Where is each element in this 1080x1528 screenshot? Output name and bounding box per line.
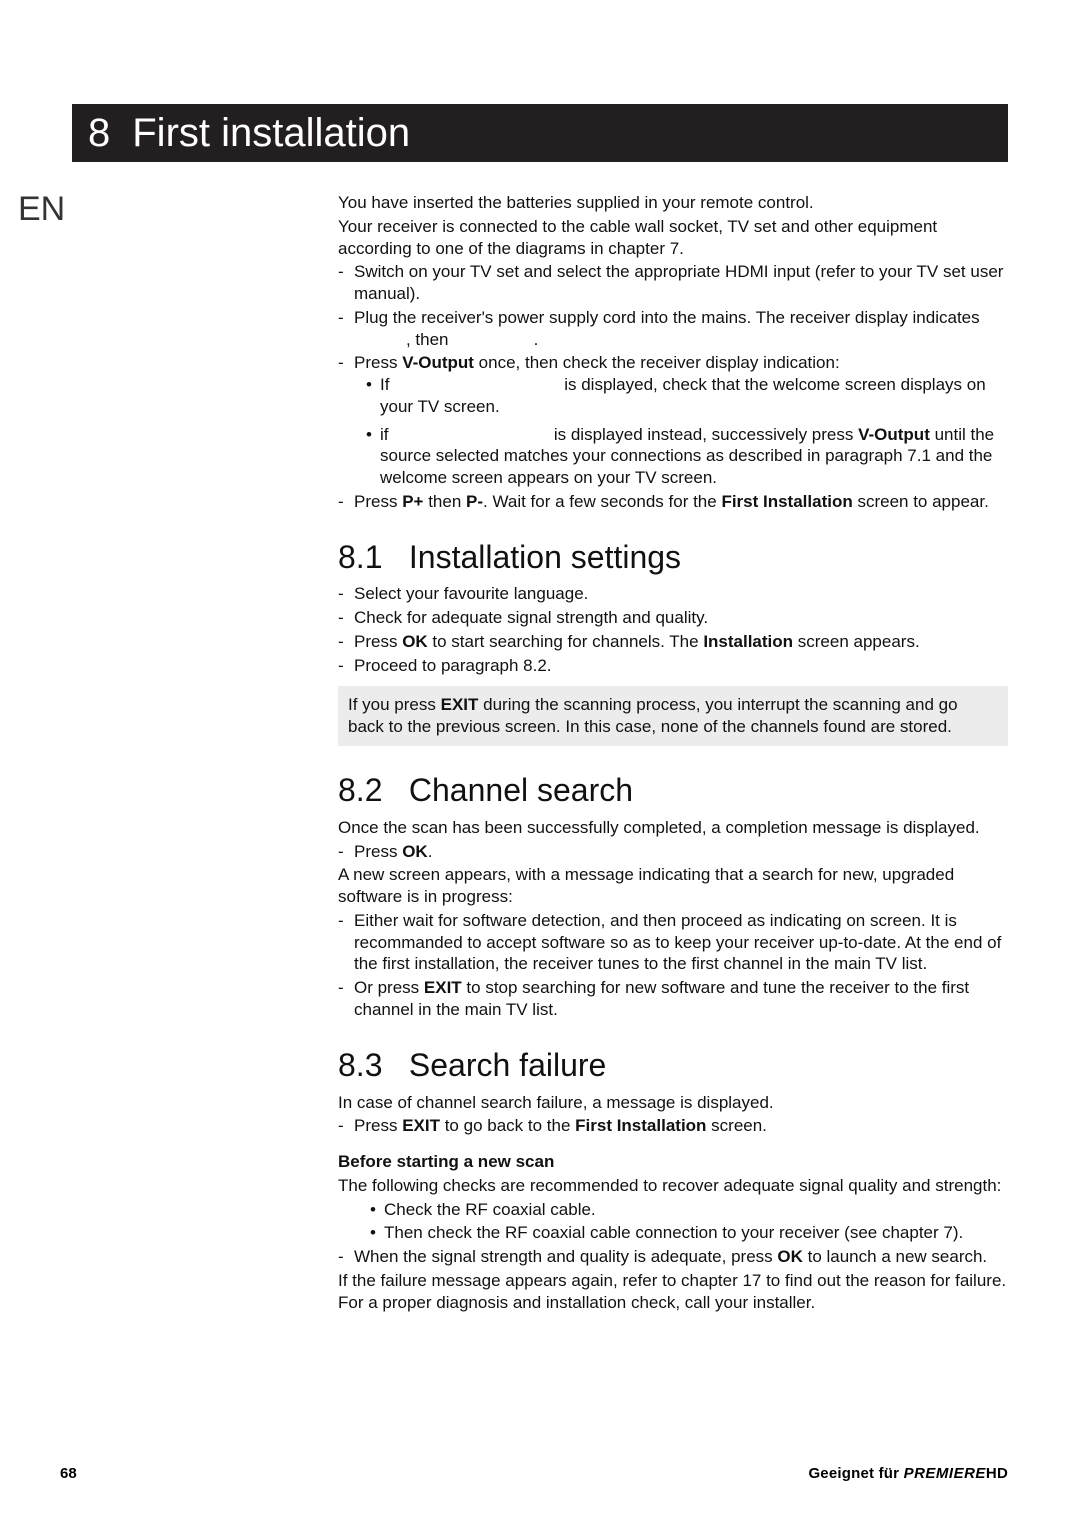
s83-list2: When the signal strength and quality is …: [338, 1246, 1008, 1268]
list-item: Press P+ then P-. Wait for a few seconds…: [338, 491, 1008, 513]
key-label: V-Output: [858, 425, 930, 444]
chapter-title: First installation: [132, 111, 410, 156]
key-label: Installation: [703, 632, 793, 651]
key-label: First Installation: [575, 1116, 706, 1135]
key-label: OK: [402, 632, 428, 651]
section-heading-8-2: 8.2 Channel search: [338, 770, 1008, 811]
key-label: EXIT: [424, 978, 462, 997]
list-item: Check for adequate signal strength and q…: [338, 607, 1008, 629]
text: Press: [354, 632, 402, 651]
list-item: Select your favourite language.: [338, 583, 1008, 605]
text: Or press: [354, 978, 424, 997]
list-item: Switch on your TV set and select the app…: [338, 261, 1008, 305]
brand-premiere: PREMIERE: [904, 1465, 986, 1482]
text: is displayed instead, successively press: [554, 425, 858, 444]
text: Press: [354, 492, 402, 511]
section-title: Channel search: [409, 772, 633, 808]
key-label: OK: [777, 1247, 803, 1266]
list-item: When the signal strength and quality is …: [338, 1246, 1008, 1268]
section-number: 8.1: [338, 537, 400, 578]
section-heading-8-1: 8.1 Installation settings: [338, 537, 1008, 578]
text: Press: [354, 353, 402, 372]
list-item: Either wait for software detection, and …: [338, 910, 1008, 975]
list-item: Check the RF coaxial cable.: [358, 1199, 1008, 1221]
list-item: Proceed to paragraph 8.2.: [338, 655, 1008, 677]
s83-p3: If the failure message appears again, re…: [338, 1270, 1008, 1314]
s82-p1: Once the scan has been successfully comp…: [338, 817, 1008, 839]
text: Press: [354, 842, 402, 861]
note-box: If you press EXIT during the scanning pr…: [338, 686, 1008, 746]
subheading: Before starting a new scan: [338, 1151, 1008, 1173]
text: once, then check the receiver display in…: [474, 353, 840, 372]
text: screen appears.: [793, 632, 920, 651]
intro-p2: Your receiver is connected to the cable …: [338, 216, 1008, 260]
text: Plug the receiver's power supply cord in…: [354, 308, 980, 327]
text: . Wait for a few seconds for the: [483, 492, 721, 511]
text: screen to appear.: [853, 492, 989, 511]
text: When the signal strength and quality is …: [354, 1247, 777, 1266]
list-item: Press V-Output once, then check the rece…: [338, 352, 1008, 489]
text: [393, 425, 549, 444]
s82-p2: A new screen appears, with a message ind…: [338, 864, 1008, 908]
key-label: First Installation: [721, 492, 852, 511]
text: to launch a new search.: [803, 1247, 987, 1266]
chapter-heading: 8 First installation: [72, 104, 1008, 162]
list-item: Or press EXIT to stop searching for new …: [338, 977, 1008, 1021]
brand-hd: HD: [986, 1465, 1008, 1482]
text: .: [428, 842, 433, 861]
list-item: Press EXIT to go back to the First Insta…: [338, 1115, 1008, 1137]
section-number: 8.2: [338, 770, 400, 811]
section-heading-8-3: 8.3 Search failure: [338, 1045, 1008, 1086]
text: screen.: [706, 1116, 766, 1135]
list-item: if is displayed instead, successively pr…: [354, 424, 1008, 489]
text: .: [534, 330, 539, 349]
text: Press: [354, 1116, 402, 1135]
language-code: EN: [18, 190, 65, 229]
list-item: Plug the receiver's power supply cord in…: [338, 307, 1008, 351]
page-content: You have inserted the batteries supplied…: [338, 192, 1008, 1315]
list-item: Then check the RF coaxial cable connecti…: [358, 1222, 1008, 1244]
text: to go back to the: [440, 1116, 575, 1135]
section-title: Installation settings: [409, 539, 681, 575]
text: if: [380, 425, 393, 444]
list-item: Press OK.: [338, 841, 1008, 863]
key-label: P+: [402, 492, 423, 511]
s82-list1: Press OK.: [338, 841, 1008, 863]
section-title: Search failure: [409, 1047, 606, 1083]
chapter-number: 8: [72, 111, 132, 156]
text: [354, 330, 401, 349]
s83-p2: The following checks are recommended to …: [338, 1175, 1008, 1197]
intro-p1: You have inserted the batteries supplied…: [338, 192, 1008, 214]
key-label: V-Output: [402, 353, 474, 372]
list-item: Press OK to start searching for channels…: [338, 631, 1008, 653]
section-number: 8.3: [338, 1045, 400, 1086]
s83-bullets: Check the RF coaxial cable. Then check t…: [338, 1199, 1008, 1245]
footer-brand: Geeignet für PREMIEREHD: [808, 1465, 1008, 1482]
s81-list: Select your favourite language. Check fo…: [338, 583, 1008, 676]
text: [394, 375, 559, 394]
text: [453, 330, 529, 349]
key-label: P-: [466, 492, 483, 511]
sub-list: If is displayed, check that the welcome …: [354, 374, 1008, 489]
text: If: [380, 375, 394, 394]
text: If you press: [348, 695, 441, 714]
key-label: EXIT: [402, 1116, 440, 1135]
text: , then: [406, 330, 449, 349]
text: then: [423, 492, 466, 511]
s83-list1: Press EXIT to go back to the First Insta…: [338, 1115, 1008, 1137]
footer-label: Geeignet für: [808, 1465, 903, 1482]
text: to start searching for channels. The: [428, 632, 704, 651]
intro-list: Switch on your TV set and select the app…: [338, 261, 1008, 512]
list-item: If is displayed, check that the welcome …: [354, 374, 1008, 418]
key-label: EXIT: [441, 695, 479, 714]
key-label: OK: [402, 842, 428, 861]
page-number: 68: [60, 1465, 77, 1482]
s83-p1: In case of channel search failure, a mes…: [338, 1092, 1008, 1114]
s82-list2: Either wait for software detection, and …: [338, 910, 1008, 1021]
